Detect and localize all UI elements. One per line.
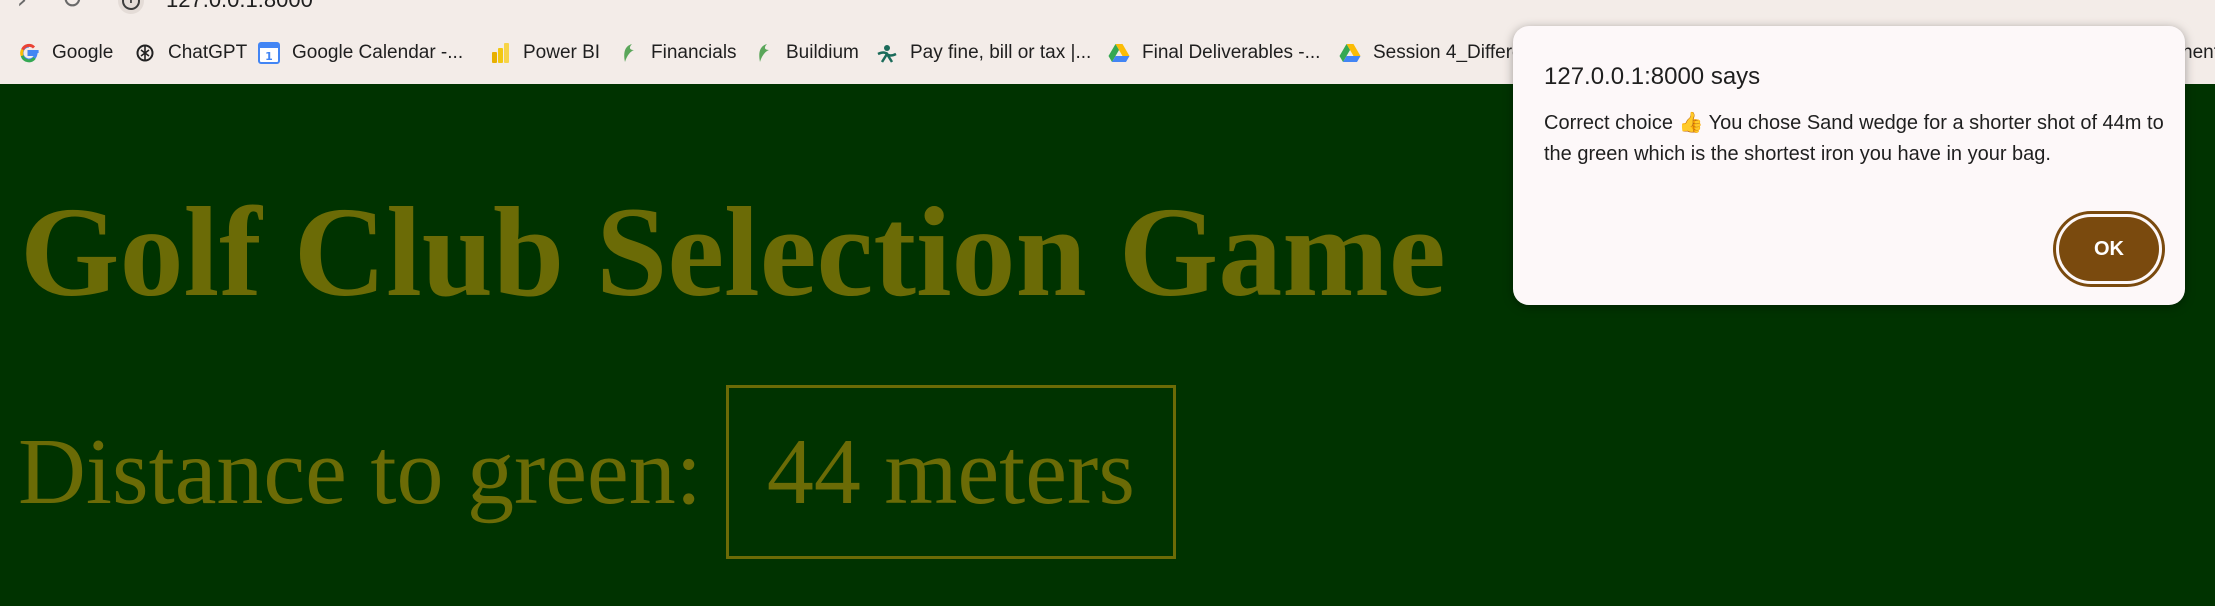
drive-icon: [1108, 42, 1130, 64]
bookmark-session-4[interactable]: Session 4_Differen: [1339, 38, 1533, 68]
leaf-icon: [617, 42, 639, 64]
bookmark-chatgpt[interactable]: ChatGPT: [134, 38, 247, 68]
bookmark-final-deliverables[interactable]: Final Deliverables -...: [1108, 38, 1320, 68]
bookmark-label: Financials: [651, 42, 737, 63]
svg-text:1: 1: [265, 50, 273, 63]
bookmark-label: Session 4_Differen: [1373, 42, 1534, 63]
bookmark-partial[interactable]: nent: [2182, 38, 2215, 68]
site-info-icon[interactable]: i: [118, 0, 144, 14]
bookmark-power-bi[interactable]: Power BI: [489, 38, 600, 68]
bookmark-pay-fine[interactable]: Pay fine, bill or tax |...: [876, 38, 1091, 68]
bookmark-label: Google Calendar -...: [292, 42, 464, 63]
powerbi-icon: [489, 42, 511, 64]
bookmark-google-calendar[interactable]: 1 Google Calendar -...: [258, 38, 463, 68]
bookmark-label: Power BI: [523, 42, 601, 63]
bookmark-label: nent: [2182, 42, 2215, 63]
bookmark-buildium[interactable]: Buildium: [752, 38, 859, 68]
bookmark-financials[interactable]: Financials: [617, 38, 737, 68]
bookmark-label: Final Deliverables -...: [1142, 42, 1321, 63]
alert-dialog: 127.0.0.1:8000 says Correct choice 👍 You…: [1513, 26, 2185, 305]
dialog-message: Correct choice 👍 You chose Sand wedge fo…: [1544, 112, 2164, 165]
payment-icon: [876, 42, 898, 64]
distance-label: Distance to green:: [18, 420, 702, 524]
forward-icon[interactable]: ›: [8, 0, 36, 15]
chatgpt-icon: [134, 42, 156, 64]
ok-button[interactable]: OK: [2056, 214, 2162, 284]
address-bar-row: › ↻ i 127.0.0.1:8000: [0, 0, 2215, 20]
bookmark-label: Pay fine, bill or tax |...: [910, 42, 1092, 63]
leaf-icon: [752, 42, 774, 64]
dialog-title: 127.0.0.1:8000 says: [1544, 63, 1761, 90]
url-text[interactable]: 127.0.0.1:8000: [166, 0, 313, 13]
bookmark-label: ChatGPT: [168, 42, 248, 63]
page-title: Golf Club Selection Game: [20, 181, 1446, 323]
distance-value: 44 meters: [725, 385, 1176, 559]
distance-row: Distance to green: 44 meters: [18, 382, 1176, 562]
calendar-icon: 1: [258, 42, 280, 64]
drive-icon: [1339, 42, 1361, 64]
bookmark-google[interactable]: Google: [18, 38, 113, 68]
bookmark-label: Google: [52, 42, 114, 63]
reload-icon[interactable]: ↻: [58, 0, 86, 15]
bookmark-label: Buildium: [786, 42, 859, 63]
google-icon: [18, 42, 40, 64]
